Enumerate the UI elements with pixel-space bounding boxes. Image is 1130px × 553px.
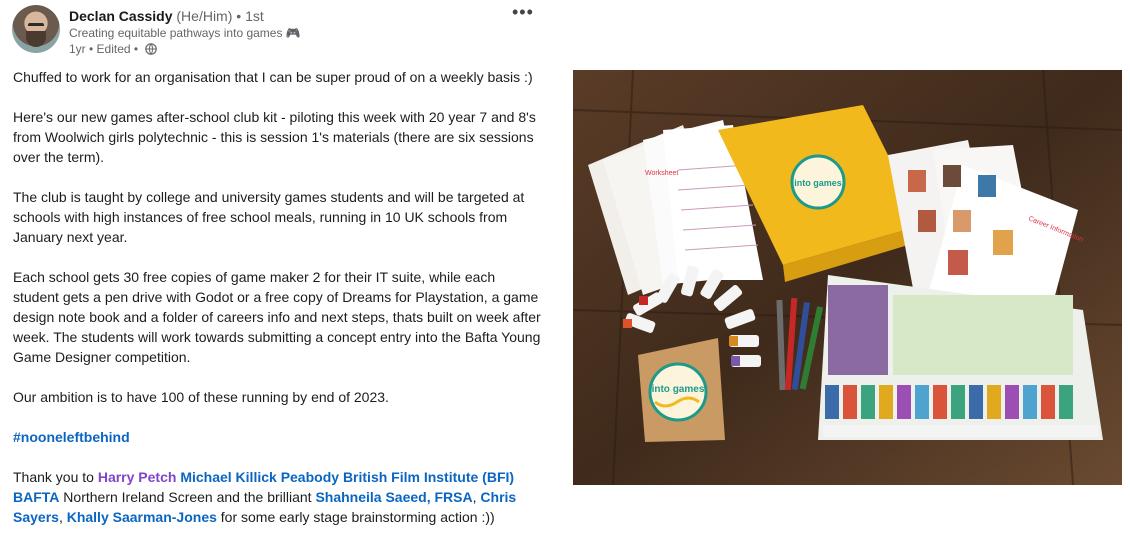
mention-harry-petch[interactable]: Harry Petch [98, 469, 177, 485]
mention-khally-saarman-jones[interactable]: Khally Saarman-Jones [67, 509, 217, 525]
globe-icon [145, 43, 157, 55]
author-name[interactable]: Declan Cassidy [69, 8, 173, 24]
author-name-row: Declan Cassidy (He/Him) • 1st [69, 8, 264, 24]
thanks-middle: Northern Ireland Screen and the brillian… [63, 489, 312, 505]
post-paragraph-5: Our ambition is to have 100 of these run… [13, 389, 389, 405]
post-card: Declan Cassidy (He/Him) • 1st Creating e… [0, 0, 560, 553]
hashtag-link[interactable]: #nooneleftbehind [13, 429, 130, 445]
thanks-suffix: for some early stage brainstorming actio… [220, 509, 495, 525]
mention-bafta[interactable]: BAFTA [13, 489, 59, 505]
post-image[interactable]: Worksheet into games Career Information [573, 70, 1122, 485]
avatar-eyes [28, 23, 44, 29]
post-paragraph-4: Each school gets 30 free copies of game … [13, 269, 541, 365]
svg-text:Worksheet: Worksheet [645, 170, 678, 177]
avatar-beard [26, 31, 46, 47]
mention-shahneila-saeed[interactable]: Shahneila Saeed, FRSA [315, 489, 472, 505]
mention-peabody[interactable]: Peabody [281, 469, 339, 485]
mention-michael-killick[interactable]: Michael Killick [180, 469, 276, 485]
thanks-paragraph: Thank you to Harry Petch Michael Killick… [13, 467, 543, 527]
post-photo-illustration: Worksheet into games Career Information [573, 70, 1122, 485]
comma-separator: , [58, 509, 67, 525]
connection-degree: • 1st [236, 8, 264, 24]
notebook: into games [638, 338, 725, 442]
author-pronouns: (He/Him) [176, 8, 233, 24]
author-headline: Creating equitable pathways into games 🎮 [69, 26, 301, 40]
post-meta-text: 1yr • Edited • [69, 42, 139, 56]
game-poster [818, 275, 1103, 440]
notebook-logo-text: into games [652, 384, 705, 395]
more-options-button[interactable]: ••• [512, 2, 534, 23]
thanks-prefix: Thank you to [13, 469, 94, 485]
post-paragraph-2: Here's our new games after-school club k… [13, 109, 536, 165]
folder-logo-text: into games [794, 178, 842, 188]
post-paragraph-3: The club is taught by college and univer… [13, 189, 525, 245]
author-avatar[interactable] [12, 5, 60, 53]
mention-bfi[interactable]: British Film Institute (BFI) [343, 469, 514, 485]
post-body: Chuffed to work for an organisation that… [13, 67, 543, 547]
post-paragraph-1: Chuffed to work for an organisation that… [13, 69, 533, 85]
post-meta: 1yr • Edited • [69, 42, 157, 56]
